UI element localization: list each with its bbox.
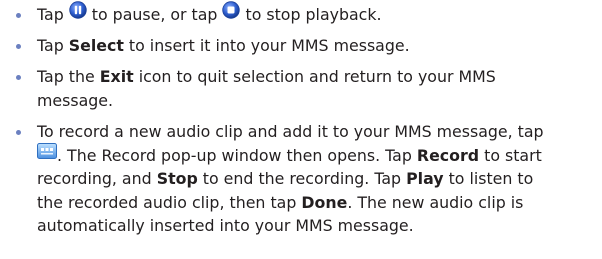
- list-item-text: Tap to pause, or tap to stop playback.: [37, 1, 599, 27]
- select-keyword: Select: [68, 36, 124, 55]
- bullet-dot: [16, 13, 21, 18]
- stop-icon: [222, 1, 241, 26]
- list-item-text: Tap Select to insert it into your MMS me…: [37, 34, 599, 58]
- exit-keyword: Exit: [99, 67, 134, 86]
- text-run: To record a new audio clip and add it to…: [37, 122, 544, 141]
- text-run: icon to quit selection and return to you…: [133, 67, 496, 86]
- text-run: Tap the: [37, 67, 100, 86]
- text-run: to insert it into your MMS message.: [123, 36, 410, 55]
- done-keyword: Done: [301, 192, 348, 212]
- text-run: Tap: [37, 36, 69, 55]
- bullet-dot: [16, 130, 21, 135]
- record-icon: [37, 142, 57, 166]
- bullet-dot: [16, 44, 21, 49]
- text-run: automatically inserted into your MMS mes…: [37, 216, 414, 235]
- text-run: the recorded audio clip, then tap: [37, 192, 302, 212]
- text-run: to end the recording. Tap: [197, 169, 407, 188]
- text-run: Tap: [37, 5, 69, 24]
- pause-icon: [69, 1, 87, 26]
- record-keyword: Record: [416, 145, 480, 165]
- bullet-dot: [16, 75, 21, 80]
- stop-keyword: Stop: [156, 169, 198, 188]
- text-run: . The new audio clip is: [347, 192, 524, 212]
- list-item-text: To record a new audio clip and add it to…: [37, 120, 599, 238]
- text-run: recording, and: [37, 169, 157, 188]
- text-run: to pause, or tap: [86, 5, 223, 24]
- text-run: to stop playback.: [240, 5, 382, 24]
- text-run: to start: [479, 145, 542, 165]
- text-run: . The Record pop-up window then opens. T…: [57, 145, 417, 165]
- text-run: to listen to: [443, 169, 534, 188]
- text-run: message.: [37, 90, 114, 110]
- list-item-text: Tap the Exit icon to quit selection and …: [37, 65, 599, 112]
- play-keyword: Play: [406, 169, 444, 188]
